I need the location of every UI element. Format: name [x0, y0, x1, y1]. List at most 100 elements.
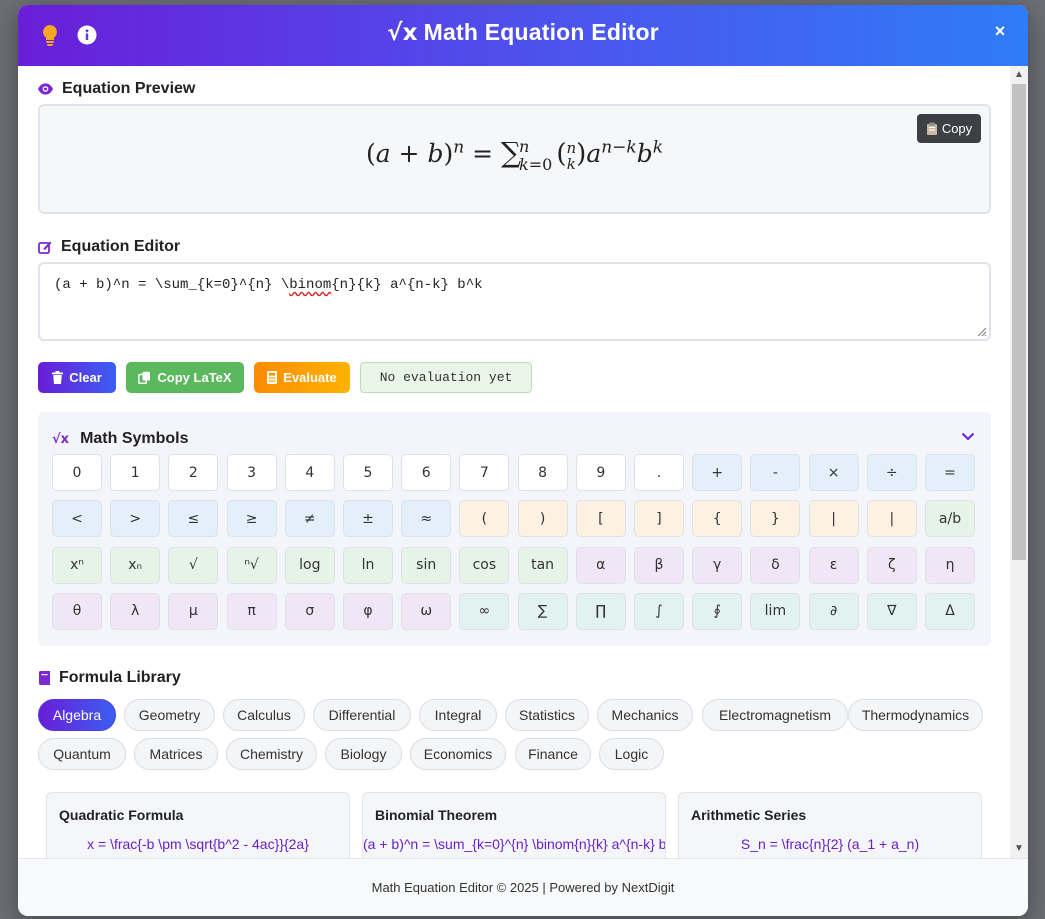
symbol-key[interactable]: 3: [226, 454, 277, 491]
symbol-key[interactable]: ln: [343, 546, 393, 584]
symbol-key[interactable]: log: [284, 546, 335, 584]
formula-card[interactable]: Quadratic Formula x = \frac{-b \pm \sqrt{…: [46, 792, 350, 858]
category-chip-quantum[interactable]: Quantum: [38, 738, 126, 770]
symbol-key[interactable]: ): [517, 500, 568, 538]
symbol-key[interactable]: ]: [634, 500, 684, 538]
category-chip-geometry[interactable]: Geometry: [124, 699, 215, 731]
symbol-key[interactable]: 8: [517, 454, 568, 491]
symbol-key[interactable]: }: [750, 500, 801, 538]
symbol-key[interactable]: ∂: [808, 592, 859, 630]
symbol-key[interactable]: ε: [808, 546, 859, 584]
preview-section-title: Equation Preview: [38, 80, 195, 98]
symbol-key[interactable]: xₙ: [110, 546, 161, 584]
symbol-key[interactable]: 5: [343, 454, 393, 491]
symbol-key[interactable]: σ: [284, 592, 335, 630]
category-chip-electromagnetism[interactable]: Electromagnetism: [702, 699, 848, 731]
category-chip-logic[interactable]: Logic: [599, 738, 664, 770]
symbol-key[interactable]: 9: [575, 454, 626, 491]
formula-card-latex: x = \frac{-b \pm \sqrt{b^2 - 4ac}}{2a}: [87, 836, 309, 852]
symbol-key[interactable]: {: [692, 500, 743, 538]
symbol-key[interactable]: π: [226, 592, 277, 630]
category-chip-chemistry[interactable]: Chemistry: [226, 738, 317, 770]
symbol-key[interactable]: -: [750, 454, 801, 491]
symbol-key[interactable]: ∮: [692, 592, 743, 630]
symbol-key[interactable]: μ: [168, 592, 219, 630]
symbol-key[interactable]: ∑: [517, 592, 568, 630]
symbol-key[interactable]: δ: [750, 546, 801, 584]
category-chip-calculus[interactable]: Calculus: [223, 699, 305, 731]
symbol-key[interactable]: ω: [401, 592, 452, 630]
symbol-key[interactable]: α: [575, 546, 626, 584]
symbol-key[interactable]: γ: [692, 546, 743, 584]
symbol-key[interactable]: η: [925, 546, 975, 584]
symbol-key[interactable]: ≤: [168, 500, 219, 538]
symbol-key[interactable]: ∞: [459, 592, 510, 630]
category-chip-algebra[interactable]: Algebra: [38, 699, 116, 731]
copy-latex-button[interactable]: Copy LaTeX: [126, 362, 244, 393]
close-button[interactable]: ×: [988, 21, 1012, 42]
symbol-key[interactable]: √: [168, 546, 219, 584]
symbol-key[interactable]: φ: [343, 592, 393, 630]
category-chip-differential[interactable]: Differential: [313, 699, 411, 731]
symbol-key[interactable]: ≥: [226, 500, 277, 538]
symbol-key[interactable]: ⁿ√: [226, 546, 277, 584]
symbol-key[interactable]: 6: [401, 454, 452, 491]
symbol-key[interactable]: Δ: [925, 592, 975, 630]
category-chip-finance[interactable]: Finance: [515, 738, 591, 770]
scroll-down-icon[interactable]: ▼: [1010, 840, 1028, 858]
symbol-key[interactable]: ≠: [284, 500, 335, 538]
symbol-key[interactable]: <: [52, 500, 102, 538]
formula-card[interactable]: Binomial Theorem (a + b)^n = \sum_{k=0}^{…: [362, 792, 666, 858]
symbol-key[interactable]: 7: [459, 454, 510, 491]
modal-body: Equation Preview Copy (a + b)n = ∑ n k=0(n…: [18, 66, 1010, 858]
symbol-key[interactable]: |: [808, 500, 859, 538]
category-chip-biology[interactable]: Biology: [325, 738, 402, 770]
symbol-key[interactable]: >: [110, 500, 161, 538]
trash-icon: [52, 371, 64, 384]
formula-card[interactable]: Arithmetic Series S_n = \frac{n}{2} (a_1 …: [678, 792, 982, 858]
scrollbar[interactable]: ▲ ▼: [1010, 66, 1028, 858]
category-chip-thermodynamics[interactable]: Thermodynamics: [848, 699, 983, 731]
symbol-key[interactable]: lim: [750, 592, 801, 630]
symbol-key[interactable]: =: [925, 454, 975, 491]
symbol-key[interactable]: ÷: [866, 454, 917, 491]
symbol-key[interactable]: a/b: [925, 500, 975, 538]
symbol-key[interactable]: ∇: [866, 592, 917, 630]
symbol-key[interactable]: |: [866, 500, 917, 538]
symbol-key[interactable]: ∫: [634, 592, 684, 630]
symbol-key[interactable]: λ: [110, 592, 161, 630]
symbol-key[interactable]: θ: [52, 592, 102, 630]
formula-card-title: Arithmetic Series: [691, 807, 807, 823]
scroll-up-icon[interactable]: ▲: [1010, 66, 1028, 84]
rendered-formula: (a + b)n = ∑ n k=0(n k)an−kbk: [365, 136, 664, 174]
latex-editor-textarea[interactable]: (a + b)^n = \sum_{k=0}^{n} \binom{n}{k} …: [38, 262, 991, 341]
symbol-key[interactable]: ζ: [866, 546, 917, 584]
symbol-key[interactable]: 4: [284, 454, 335, 491]
scrollbar-thumb[interactable]: [1012, 84, 1026, 560]
symbol-key[interactable]: tan: [517, 546, 568, 584]
symbol-key[interactable]: 0: [52, 454, 102, 491]
symbol-key[interactable]: .: [634, 454, 684, 491]
symbol-key[interactable]: ≈: [401, 500, 452, 538]
symbol-key[interactable]: β: [634, 546, 684, 584]
clear-button[interactable]: Clear: [38, 362, 116, 393]
symbol-key[interactable]: 1: [110, 454, 161, 491]
resize-handle-icon[interactable]: [975, 325, 987, 337]
evaluate-button[interactable]: Evaluate: [254, 362, 350, 393]
symbol-key[interactable]: sin: [401, 546, 452, 584]
category-chip-mechanics[interactable]: Mechanics: [597, 699, 693, 731]
category-chip-economics[interactable]: Economics: [410, 738, 506, 770]
category-chip-statistics[interactable]: Statistics: [505, 699, 589, 731]
category-chip-matrices[interactable]: Matrices: [134, 738, 218, 770]
symbol-key[interactable]: [: [575, 500, 626, 538]
chevron-down-icon[interactable]: [961, 432, 975, 441]
symbol-key[interactable]: xⁿ: [52, 546, 102, 584]
symbol-key[interactable]: ±: [343, 500, 393, 538]
category-chip-integral[interactable]: Integral: [419, 699, 497, 731]
symbol-key[interactable]: ×: [808, 454, 859, 491]
symbol-key[interactable]: (: [459, 500, 510, 538]
symbol-key[interactable]: +: [692, 454, 743, 491]
symbol-key[interactable]: 2: [168, 454, 219, 491]
symbol-key[interactable]: cos: [459, 546, 510, 584]
symbol-key[interactable]: ∏: [575, 592, 626, 630]
